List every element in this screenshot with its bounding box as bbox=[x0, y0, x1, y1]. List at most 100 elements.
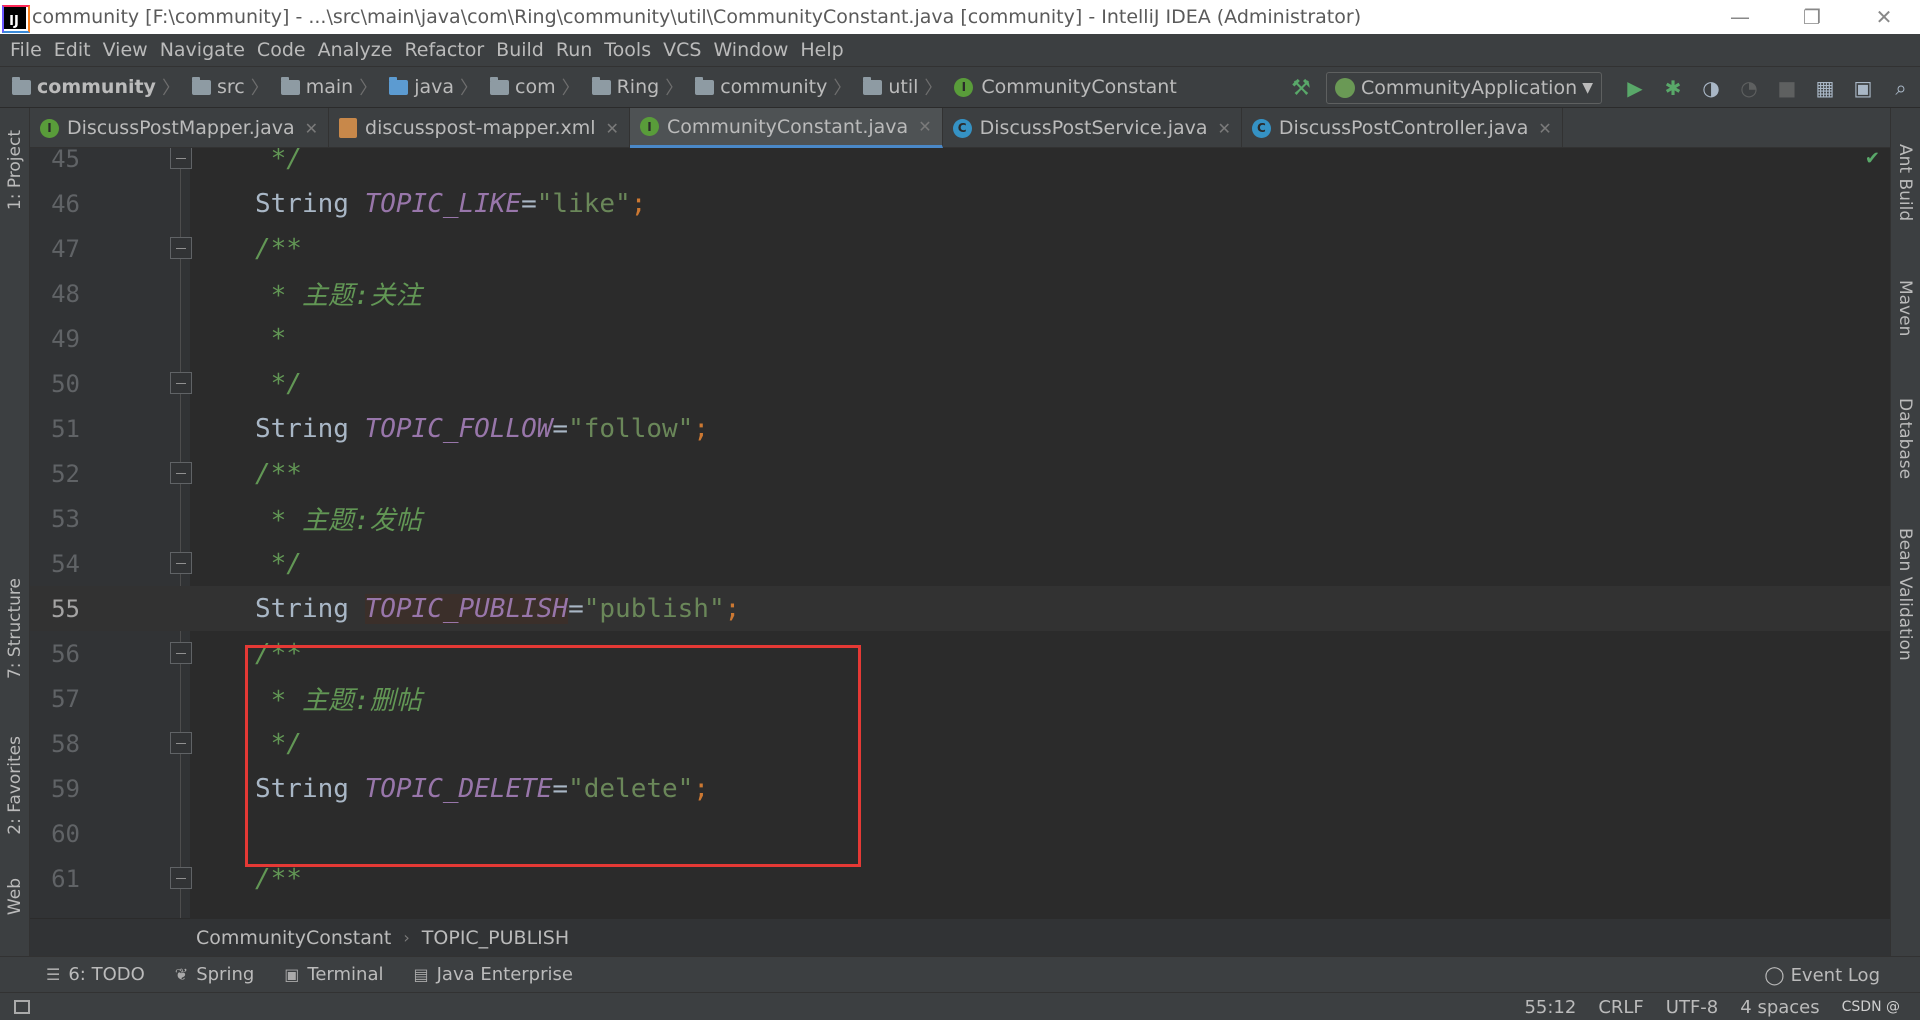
chevron-right-icon: 〉 bbox=[359, 78, 378, 99]
file-encoding[interactable]: UTF-8 bbox=[1666, 997, 1718, 1018]
menu-tools[interactable]: Tools bbox=[598, 39, 657, 61]
maven-tool-button[interactable]: Maven bbox=[1895, 280, 1915, 336]
code-line[interactable]: 55 String TOPIC_PUBLISH="publish"; bbox=[30, 586, 1890, 631]
bean-validation-tool-button[interactable]: Bean Validation bbox=[1895, 528, 1915, 661]
ant-build-tool-button[interactable]: Ant Build bbox=[1895, 144, 1915, 221]
project-structure-icon[interactable]: ▦ bbox=[1806, 69, 1844, 107]
code-line[interactable]: 50 */ bbox=[30, 361, 1890, 406]
profile-icon[interactable]: ◔ bbox=[1730, 69, 1768, 107]
build-hammer-icon[interactable]: ⚒ bbox=[1286, 73, 1316, 103]
spring-tool-button[interactable]: ❦ Spring bbox=[175, 964, 255, 985]
menu-file[interactable]: File bbox=[4, 39, 48, 61]
chevron-right-icon: 〉 bbox=[161, 78, 180, 99]
highlight-annotation-box bbox=[245, 645, 861, 867]
breadcrumb-src[interactable]: src 〉 bbox=[180, 74, 269, 100]
menu-build[interactable]: Build bbox=[490, 39, 550, 61]
close-tab-icon[interactable]: ✕ bbox=[1218, 119, 1231, 138]
menu-run[interactable]: Run bbox=[550, 39, 598, 61]
code-line[interactable]: 48 * 主题:关注 bbox=[30, 271, 1890, 316]
breadcrumb-class[interactable]: CommunityConstant bbox=[196, 927, 391, 949]
status-bar: 55:12 CRLF UTF-8 4 spaces CSDN @ bbox=[0, 992, 1920, 1020]
menu-code[interactable]: Code bbox=[251, 39, 312, 61]
chevron-right-icon: 〉 bbox=[561, 78, 580, 99]
breadcrumb-communityconstant[interactable]: I CommunityConstant bbox=[942, 76, 1177, 98]
indent-setting[interactable]: 4 spaces bbox=[1740, 997, 1819, 1018]
menu-view[interactable]: View bbox=[97, 39, 154, 61]
breadcrumb-ring[interactable]: Ring 〉 bbox=[580, 74, 683, 100]
database-tool-button[interactable]: Database bbox=[1895, 398, 1915, 479]
menu-refactor[interactable]: Refactor bbox=[398, 39, 490, 61]
breadcrumb-java[interactable]: java 〉 bbox=[377, 74, 478, 100]
favorites-tool-button[interactable]: 2: Favorites bbox=[0, 736, 30, 835]
menu-analyze[interactable]: Analyze bbox=[312, 39, 399, 61]
project-tool-button[interactable]: 1: Project bbox=[0, 130, 30, 210]
menu-navigate[interactable]: Navigate bbox=[154, 39, 251, 61]
tab-discusspost-mapper-xml[interactable]: discusspost-mapper.xml ✕ bbox=[329, 108, 630, 148]
package-icon bbox=[863, 76, 883, 95]
fold-toggle-icon[interactable] bbox=[170, 148, 192, 169]
breadcrumb-community-pkg[interactable]: community 〉 bbox=[683, 74, 851, 100]
breadcrumb-com[interactable]: com 〉 bbox=[478, 74, 580, 100]
code-token-semi: ; bbox=[724, 593, 741, 624]
spring-boot-icon bbox=[1335, 78, 1355, 98]
debug-icon[interactable]: ✱ bbox=[1654, 69, 1692, 107]
line-separator[interactable]: CRLF bbox=[1598, 997, 1643, 1018]
breadcrumb-field[interactable]: TOPIC_PUBLISH bbox=[422, 927, 569, 949]
todo-tool-button[interactable]: ☰ 6: TODO bbox=[46, 964, 145, 985]
close-tab-icon[interactable]: ✕ bbox=[918, 117, 931, 136]
menu-vcs[interactable]: VCS bbox=[657, 39, 707, 61]
tool-windows-toggle-icon[interactable] bbox=[14, 999, 30, 1014]
coverage-icon[interactable]: ◑ bbox=[1692, 69, 1730, 107]
tab-communityconstant[interactable]: I CommunityConstant.java ✕ bbox=[629, 108, 943, 148]
close-tab-icon[interactable]: ✕ bbox=[1538, 119, 1551, 138]
run-configuration-select[interactable]: CommunityApplication ▼ bbox=[1326, 72, 1602, 104]
structure-tool-button[interactable]: 7: Structure bbox=[0, 578, 30, 679]
breadcrumb-community[interactable]: community 〉 bbox=[0, 74, 180, 100]
tab-discusspostcontroller[interactable]: C DiscussPostController.java ✕ bbox=[1242, 108, 1563, 148]
terminal-toggle-icon[interactable]: ▣ bbox=[1844, 69, 1882, 107]
class-icon: C bbox=[1251, 118, 1271, 138]
code-line[interactable]: 52 /** bbox=[30, 451, 1890, 496]
breadcrumb-main[interactable]: main 〉 bbox=[269, 74, 377, 100]
interface-icon: I bbox=[954, 77, 974, 97]
web-tool-button[interactable]: Web bbox=[0, 878, 30, 915]
code-line[interactable]: 49 * bbox=[30, 316, 1890, 361]
code-text: /** bbox=[255, 234, 302, 264]
code-line[interactable]: 46 String TOPIC_LIKE="like"; bbox=[30, 181, 1890, 226]
tab-discusspostservice[interactable]: C DiscussPostService.java ✕ bbox=[943, 108, 1242, 148]
menu-edit[interactable]: Edit bbox=[48, 39, 97, 61]
code-line[interactable]: 47 /** bbox=[30, 226, 1890, 271]
terminal-tool-button[interactable]: ▣ Terminal bbox=[284, 964, 383, 985]
code-line[interactable]: 45 */ bbox=[30, 148, 1890, 181]
search-icon[interactable]: ⌕ bbox=[1882, 69, 1920, 107]
code-line[interactable]: 51 String TOPIC_FOLLOW="follow"; bbox=[30, 406, 1890, 451]
code-line[interactable]: 54 */ bbox=[30, 541, 1890, 586]
chevron-right-icon: 〉 bbox=[833, 78, 852, 99]
fold-toggle-icon[interactable] bbox=[170, 552, 192, 574]
doc-comment: */ bbox=[255, 148, 302, 174]
close-tab-icon[interactable]: ✕ bbox=[305, 119, 318, 138]
minimize-button[interactable]: — bbox=[1704, 0, 1776, 34]
fold-toggle-icon[interactable] bbox=[170, 732, 192, 754]
caret-position[interactable]: 55:12 bbox=[1524, 997, 1576, 1018]
fold-toggle-icon[interactable] bbox=[170, 237, 192, 259]
tab-discusspostmapper[interactable]: I DiscussPostMapper.java ✕ bbox=[30, 108, 330, 148]
fold-toggle-icon[interactable] bbox=[170, 867, 192, 889]
breadcrumb-util[interactable]: util 〉 bbox=[851, 74, 942, 100]
line-number: 46 bbox=[51, 189, 80, 218]
menu-window[interactable]: Window bbox=[707, 39, 794, 61]
code-line[interactable]: 53 * 主题:发帖 bbox=[30, 496, 1890, 541]
code-token-name: TOPIC_PUBLISH bbox=[364, 593, 569, 624]
restore-button[interactable]: ❐ bbox=[1776, 0, 1848, 34]
run-icon[interactable]: ▶ bbox=[1616, 69, 1654, 107]
event-log-button[interactable]: ◯ Event Log bbox=[1764, 957, 1880, 993]
menu-help[interactable]: Help bbox=[794, 39, 849, 61]
fold-toggle-icon[interactable] bbox=[170, 642, 192, 664]
java-enterprise-tool-button[interactable]: ▤ Java Enterprise bbox=[413, 964, 572, 985]
close-tab-icon[interactable]: ✕ bbox=[606, 119, 619, 138]
fold-toggle-icon[interactable] bbox=[170, 462, 192, 484]
class-icon: C bbox=[952, 118, 972, 138]
stop-icon[interactable]: ■ bbox=[1768, 69, 1806, 107]
close-window-button[interactable]: ✕ bbox=[1848, 0, 1920, 34]
fold-toggle-icon[interactable] bbox=[170, 372, 192, 394]
